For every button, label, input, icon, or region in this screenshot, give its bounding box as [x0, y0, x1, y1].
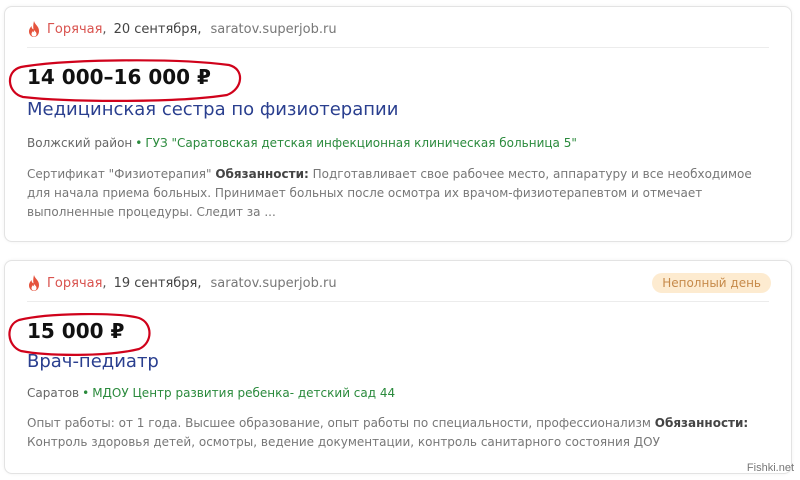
vacancy-source-link[interactable]: saratov.superjob.ru	[211, 276, 337, 291]
flame-icon	[29, 275, 39, 291]
vacancy-description: Сертификат "Физиотерапия" Обязанности: П…	[27, 167, 752, 219]
flame-icon	[29, 21, 39, 37]
vacancy-area: Саратов	[27, 386, 80, 400]
vacancy-title-link[interactable]: Медицинская сестра по физиотерапии	[27, 99, 398, 120]
hot-label: Горячая	[47, 21, 103, 37]
vacancy-description: Опыт работы: от 1 года. Высшее образован…	[27, 416, 749, 449]
vacancy-location: Саратов • МДОУ Центр развития ребенка- дет…	[27, 386, 396, 400]
part-time-badge: Неполный день	[652, 273, 771, 293]
divider	[27, 47, 769, 48]
vacancy-salary: 14 000–16 000 ₽	[27, 65, 211, 89]
vacancy-card[interactable]: Горячая, 20 сентября, saratov.superjob.r…	[4, 6, 792, 242]
vacancy-location: Волжский район • ГУЗ "Саратовская детская …	[27, 136, 577, 150]
vacancy-date: 20 сентября,	[113, 21, 202, 37]
vacancy-salary: 15 000 ₽	[27, 319, 125, 343]
watermark: Fishki.net	[746, 462, 794, 474]
vacancy-source-link[interactable]: saratov.superjob.ru	[211, 22, 337, 37]
vacancy-card[interactable]: Горячая, 19 сентября, saratov.superjob.r…	[4, 260, 792, 474]
vacancy-title-link[interactable]: Врач-педиатр	[27, 351, 159, 372]
employer-link[interactable]: МДОУ Центр развития ребенка- детский сад…	[92, 386, 395, 400]
vacancy-date: 19 сентября,	[113, 275, 202, 291]
vacancy-meta: Горячая, 19 сентября, saratov.superjob.r…	[27, 275, 337, 291]
divider	[27, 301, 769, 302]
vacancy-area: Волжский район	[27, 136, 133, 150]
vacancy-meta: Горячая, 20 сентября, saratov.superjob.r…	[27, 21, 337, 37]
hot-label: Горячая	[47, 275, 103, 291]
employer-link[interactable]: ГУЗ "Саратовская детская инфекционная кл…	[145, 136, 577, 150]
